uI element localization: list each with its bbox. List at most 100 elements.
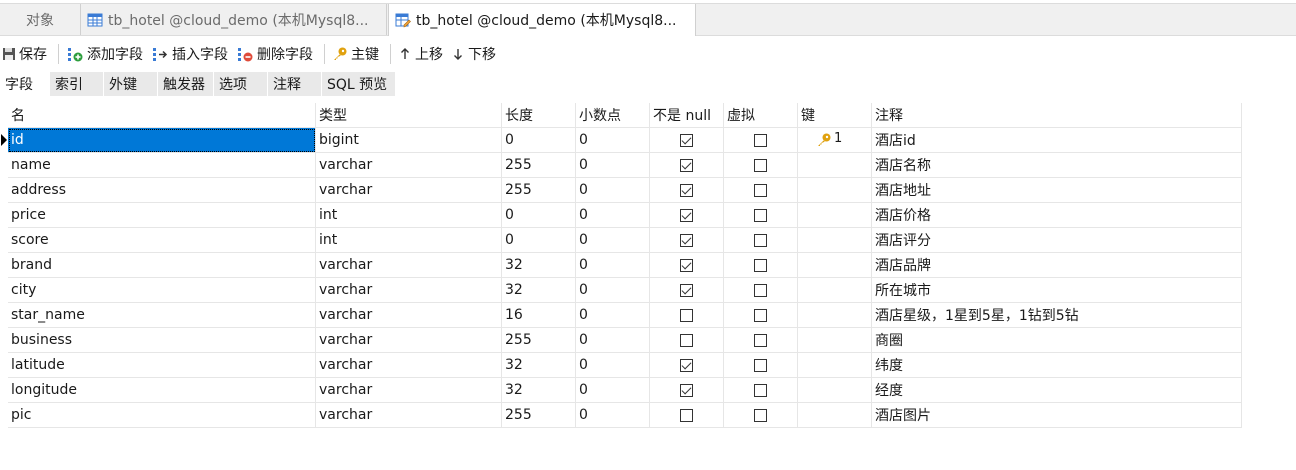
tab-comment[interactable]: 注释 bbox=[268, 72, 322, 96]
field-comment-cell[interactable]: 所在城市 bbox=[872, 278, 1242, 303]
field-length-cell[interactable]: 255 bbox=[502, 403, 576, 428]
table-row[interactable]: price int 0 0 酒店价格 bbox=[0, 203, 1242, 228]
field-name-cell[interactable]: city bbox=[8, 278, 316, 303]
table-row[interactable]: pic varchar 255 0 酒店图片 bbox=[0, 403, 1242, 428]
field-decimals-cell[interactable]: 0 bbox=[576, 278, 650, 303]
field-type-cell[interactable]: varchar bbox=[316, 278, 502, 303]
field-decimals-cell[interactable]: 0 bbox=[576, 403, 650, 428]
field-length-cell[interactable]: 32 bbox=[502, 353, 576, 378]
key-cell[interactable] bbox=[798, 153, 872, 178]
table-row[interactable]: longitude varchar 32 0 经度 bbox=[0, 378, 1242, 403]
table-row[interactable]: business varchar 255 0 商圈 bbox=[0, 328, 1242, 353]
not-null-checkbox[interactable] bbox=[680, 233, 693, 247]
field-type-cell[interactable]: varchar bbox=[316, 253, 502, 278]
not-null-checkbox[interactable] bbox=[680, 408, 693, 422]
field-name-cell[interactable]: id bbox=[8, 128, 316, 153]
field-name-cell[interactable]: name bbox=[8, 153, 316, 178]
not-null-checkbox[interactable] bbox=[680, 383, 693, 397]
virtual-checkbox[interactable] bbox=[754, 408, 767, 422]
field-name-cell[interactable]: brand bbox=[8, 253, 316, 278]
field-length-cell[interactable]: 16 bbox=[502, 303, 576, 328]
field-comment-cell[interactable]: 酒店地址 bbox=[872, 178, 1242, 203]
add-field-button[interactable]: 添加字段 bbox=[64, 41, 149, 67]
column-header-comment[interactable]: 注释 bbox=[872, 103, 1242, 128]
key-cell[interactable] bbox=[798, 178, 872, 203]
not-null-checkbox[interactable] bbox=[680, 208, 693, 222]
not-null-checkbox[interactable] bbox=[680, 133, 693, 147]
virtual-checkbox[interactable] bbox=[754, 283, 767, 297]
field-length-cell[interactable]: 32 bbox=[502, 253, 576, 278]
not-null-checkbox[interactable] bbox=[680, 333, 693, 347]
virtual-checkbox[interactable] bbox=[754, 133, 767, 147]
field-type-cell[interactable]: int bbox=[316, 228, 502, 253]
field-comment-cell[interactable]: 酒店品牌 bbox=[872, 253, 1242, 278]
table-row[interactable]: address varchar 255 0 酒店地址 bbox=[0, 178, 1242, 203]
table-row[interactable]: star_name varchar 16 0 酒店星级，1星到5星，1钻到5钻 bbox=[0, 303, 1242, 328]
virtual-checkbox[interactable] bbox=[754, 383, 767, 397]
field-comment-cell[interactable]: 商圈 bbox=[872, 328, 1242, 353]
field-length-cell[interactable]: 32 bbox=[502, 278, 576, 303]
field-type-cell[interactable]: bigint bbox=[316, 128, 502, 153]
field-type-cell[interactable]: varchar bbox=[316, 303, 502, 328]
tab-foreign-keys[interactable]: 外键 bbox=[104, 72, 158, 96]
field-type-cell[interactable]: int bbox=[316, 203, 502, 228]
primary-key-button[interactable]: 主键 bbox=[330, 41, 385, 67]
column-header-not-null[interactable]: 不是 null bbox=[650, 103, 724, 128]
field-length-cell[interactable]: 0 bbox=[502, 128, 576, 153]
field-length-cell[interactable]: 0 bbox=[502, 228, 576, 253]
table-row[interactable]: score int 0 0 酒店评分 bbox=[0, 228, 1242, 253]
column-header-virtual[interactable]: 虚拟 bbox=[724, 103, 798, 128]
tab-fields[interactable]: 字段 bbox=[0, 72, 50, 96]
column-header-name[interactable]: 名 bbox=[8, 103, 316, 128]
key-cell[interactable] bbox=[798, 353, 872, 378]
field-decimals-cell[interactable]: 0 bbox=[576, 303, 650, 328]
field-name-cell[interactable]: price bbox=[8, 203, 316, 228]
field-comment-cell[interactable]: 酒店名称 bbox=[872, 153, 1242, 178]
field-decimals-cell[interactable]: 0 bbox=[576, 253, 650, 278]
tab-objects[interactable]: 对象 bbox=[0, 4, 81, 35]
field-type-cell[interactable]: varchar bbox=[316, 153, 502, 178]
key-cell[interactable]: 1 bbox=[798, 128, 872, 153]
table-row[interactable]: latitude varchar 32 0 纬度 bbox=[0, 353, 1242, 378]
field-comment-cell[interactable]: 经度 bbox=[872, 378, 1242, 403]
tab-table-view[interactable]: tb_hotel @cloud_demo (本机Mysql8... bbox=[81, 4, 387, 35]
field-decimals-cell[interactable]: 0 bbox=[576, 153, 650, 178]
field-decimals-cell[interactable]: 0 bbox=[576, 228, 650, 253]
field-name-cell[interactable]: address bbox=[8, 178, 316, 203]
field-decimals-cell[interactable]: 0 bbox=[576, 353, 650, 378]
column-header-decimals[interactable]: 小数点 bbox=[576, 103, 650, 128]
virtual-checkbox[interactable] bbox=[754, 333, 767, 347]
insert-field-button[interactable]: 插入字段 bbox=[149, 41, 234, 67]
virtual-checkbox[interactable] bbox=[754, 183, 767, 197]
table-row[interactable]: name varchar 255 0 酒店名称 bbox=[0, 153, 1242, 178]
move-up-button[interactable]: 上移 bbox=[396, 41, 449, 67]
field-type-cell[interactable]: varchar bbox=[316, 403, 502, 428]
key-cell[interactable] bbox=[798, 328, 872, 353]
field-length-cell[interactable]: 0 bbox=[502, 203, 576, 228]
not-null-checkbox[interactable] bbox=[680, 308, 693, 322]
field-length-cell[interactable]: 255 bbox=[502, 328, 576, 353]
field-comment-cell[interactable]: 纬度 bbox=[872, 353, 1242, 378]
not-null-checkbox[interactable] bbox=[680, 183, 693, 197]
table-row[interactable]: brand varchar 32 0 酒店品牌 bbox=[0, 253, 1242, 278]
field-name-cell[interactable]: longitude bbox=[8, 378, 316, 403]
field-decimals-cell[interactable]: 0 bbox=[576, 378, 650, 403]
not-null-checkbox[interactable] bbox=[680, 358, 693, 372]
field-decimals-cell[interactable]: 0 bbox=[576, 203, 650, 228]
virtual-checkbox[interactable] bbox=[754, 158, 767, 172]
delete-field-button[interactable]: 删除字段 bbox=[234, 41, 319, 67]
key-cell[interactable] bbox=[798, 278, 872, 303]
tab-indexes[interactable]: 索引 bbox=[50, 72, 104, 96]
field-decimals-cell[interactable]: 0 bbox=[576, 178, 650, 203]
tab-triggers[interactable]: 触发器 bbox=[158, 72, 214, 96]
tab-sql-preview[interactable]: SQL 预览 bbox=[322, 72, 396, 96]
field-length-cell[interactable]: 255 bbox=[502, 178, 576, 203]
virtual-checkbox[interactable] bbox=[754, 208, 767, 222]
table-row[interactable]: id bigint 0 0 1 酒店id bbox=[0, 128, 1242, 153]
virtual-checkbox[interactable] bbox=[754, 358, 767, 372]
field-type-cell[interactable]: varchar bbox=[316, 178, 502, 203]
column-header-key[interactable]: 键 bbox=[798, 103, 872, 128]
tab-options[interactable]: 选项 bbox=[214, 72, 268, 96]
column-header-type[interactable]: 类型 bbox=[316, 103, 502, 128]
field-comment-cell[interactable]: 酒店id bbox=[872, 128, 1242, 153]
